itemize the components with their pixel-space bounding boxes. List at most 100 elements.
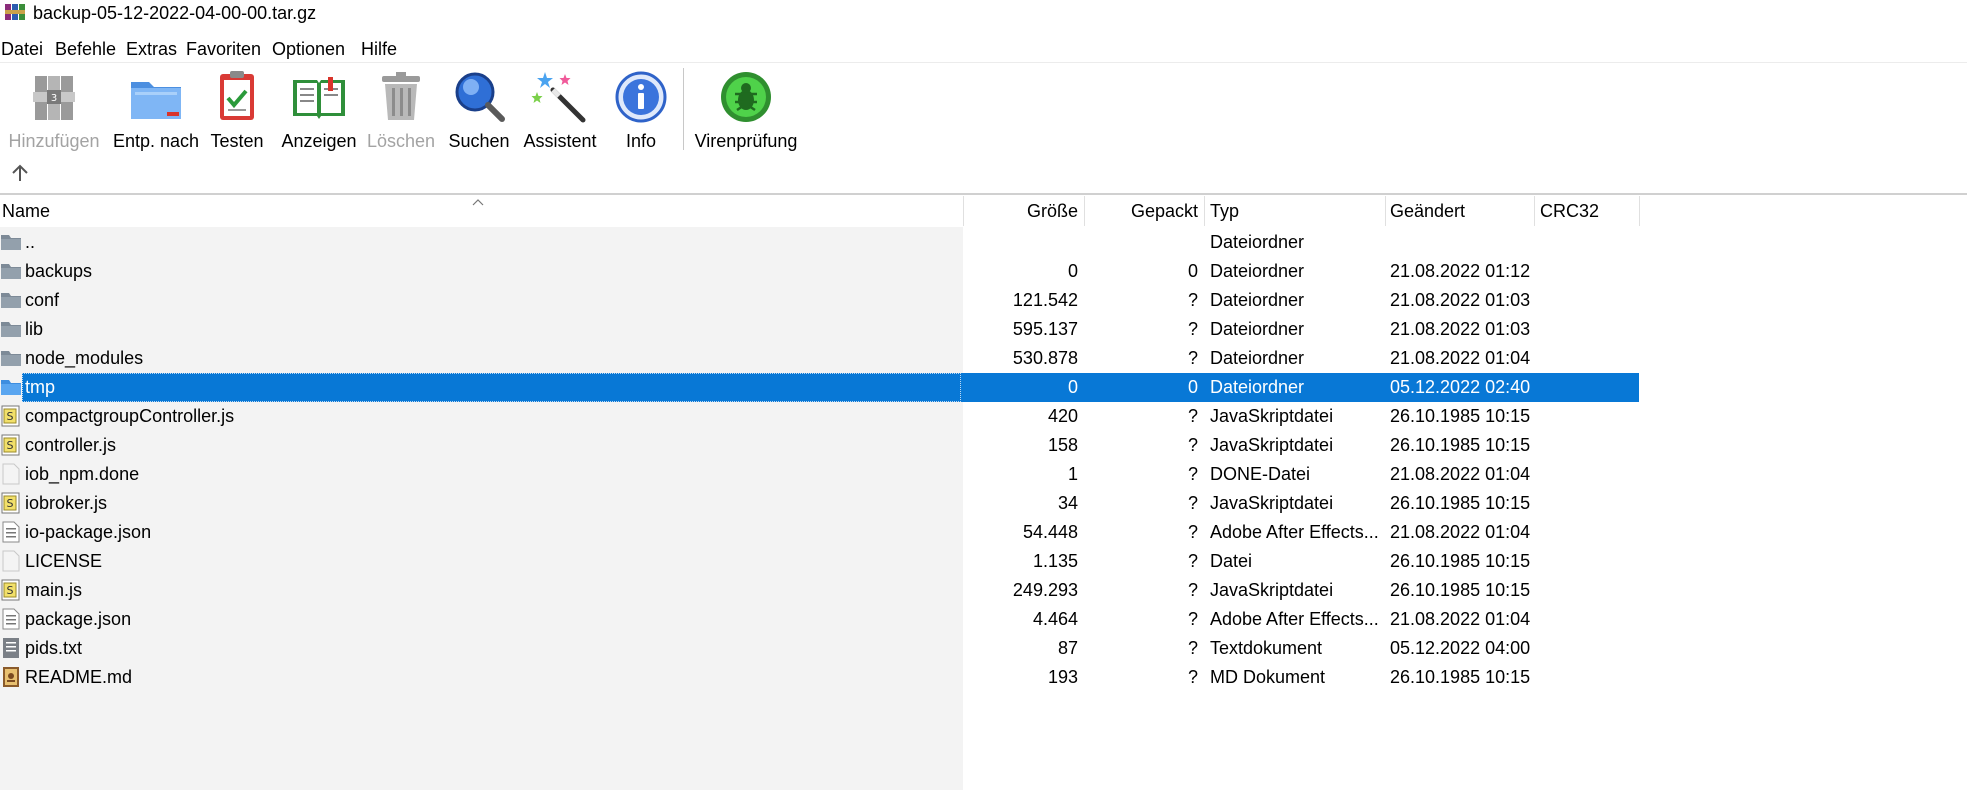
file-row[interactable]: README.md 193? MD Dokument 26.10.1985 10:15 xyxy=(0,663,1640,692)
file-packed-size: ? xyxy=(1187,609,1198,629)
file-size: 530.878 xyxy=(1012,348,1078,368)
file-packed-size: ? xyxy=(1187,319,1198,339)
file-row[interactable]: Smain.js 249.293? JavaSkriptdatei 26.10.198… xyxy=(0,576,1640,605)
file-modified: 21.08.2022 01:03 xyxy=(1390,319,1531,339)
view-book-icon xyxy=(293,77,345,119)
wizard-label: Assistent xyxy=(523,131,597,151)
menu-favoriten[interactable]: Favoriten xyxy=(186,38,261,60)
file-type: JavaSkriptdatei xyxy=(1210,580,1334,600)
folder-icon xyxy=(0,376,22,398)
file-modified: 21.08.2022 01:04 xyxy=(1390,464,1531,484)
info-button[interactable]: Info xyxy=(606,68,676,154)
file-type: Dateiordner xyxy=(1210,377,1305,397)
column-header-crc32[interactable]: CRC32 xyxy=(1540,196,1640,226)
file-row[interactable]: Siobroker.js 34? JavaSkriptdatei 26.10.1985… xyxy=(0,489,1640,518)
file-size: 420 xyxy=(1047,406,1078,426)
test-label: Testen xyxy=(210,131,264,151)
file-name: conf xyxy=(25,290,60,310)
view-button[interactable]: Anzeigen xyxy=(276,68,362,154)
file-size: 158 xyxy=(1047,435,1078,455)
file-row[interactable]: .. Dateiordner xyxy=(0,228,1640,257)
file-row[interactable]: conf 121.542? Dateiordner 21.08.2022 01:03 xyxy=(0,286,1640,315)
column-header: Name Größe Gepackt Typ Geändert CRC32 xyxy=(0,196,1967,226)
virus-scan-label: Virenprüfung xyxy=(694,131,798,151)
virus-scan-icon xyxy=(721,72,771,122)
winrar-app-icon[interactable] xyxy=(4,2,26,22)
file-type: Adobe After Effects... xyxy=(1210,609,1379,629)
file-size: 193 xyxy=(1047,667,1078,687)
javascript-file-icon: S xyxy=(0,405,22,427)
column-divider[interactable] xyxy=(1639,196,1640,226)
file-modified: 26.10.1985 10:15 xyxy=(1390,435,1531,455)
file-row[interactable]: lib 595.137? Dateiordner 21.08.2022 01:03 xyxy=(0,315,1640,344)
wizard-button[interactable]: Assistent xyxy=(516,68,604,154)
menu-bar: Datei Befehle Extras Favoriten Optionen … xyxy=(0,36,1967,62)
file-size: 121.542 xyxy=(1012,290,1078,310)
menu-extras[interactable]: Extras xyxy=(126,38,177,60)
column-header-type[interactable]: Typ xyxy=(1210,196,1380,226)
column-divider[interactable] xyxy=(1084,196,1085,226)
menu-befehle[interactable]: Befehle xyxy=(55,38,116,60)
search-button[interactable]: Suchen xyxy=(444,68,514,154)
column-header-modified[interactable]: Geändert xyxy=(1390,196,1530,226)
menu-datei[interactable]: Datei xyxy=(1,38,43,60)
file-type: Textdokument xyxy=(1210,638,1323,658)
file-name: tmp xyxy=(22,373,961,402)
file-packed-size: ? xyxy=(1187,551,1198,571)
delete-button[interactable]: Löschen xyxy=(364,68,438,154)
file-name: .. xyxy=(25,232,36,252)
file-row[interactable]: io-package.json 54.448? Adobe After Effect… xyxy=(0,518,1640,547)
file-modified: 21.08.2022 01:12 xyxy=(1390,261,1531,281)
test-button[interactable]: Testen xyxy=(204,68,270,154)
file-name: package.json xyxy=(25,609,132,629)
json-file-icon xyxy=(0,608,22,630)
virus-scan-button[interactable]: Virenprüfung xyxy=(688,68,804,154)
view-label: Anzeigen xyxy=(281,131,357,151)
toolbar: 3 Hinzufügen Entp. nach Testen Anzeigen … xyxy=(0,64,1967,156)
file-size: 87 xyxy=(1057,638,1078,658)
file-row[interactable]: backups 0 0 Dateiordner 21.08.2022 01:12 xyxy=(0,257,1640,286)
search-label: Suchen xyxy=(448,131,510,151)
file-packed-size: ? xyxy=(1187,290,1198,310)
file-name: main.js xyxy=(25,580,83,600)
delete-label: Löschen xyxy=(366,131,436,151)
file-modified: 05.12.2022 04:00 xyxy=(1390,638,1531,658)
file-type: JavaSkriptdatei xyxy=(1210,435,1334,455)
column-header-size[interactable]: Größe xyxy=(968,196,1078,226)
file-name: backups xyxy=(25,261,93,281)
file-row[interactable]: ScompactgroupController.js 420? JavaSkript… xyxy=(0,402,1640,431)
file-name: controller.js xyxy=(25,435,117,455)
column-divider[interactable] xyxy=(1534,196,1535,226)
text-file-icon xyxy=(0,637,22,659)
extract-folder-icon xyxy=(131,82,181,119)
add-archive-icon: 3 xyxy=(33,76,75,120)
file-row[interactable]: LICENSE 1.135? Datei 26.10.1985 10:15 xyxy=(0,547,1640,576)
file-row[interactable]: node_modules 530.878? Dateiordner 21.08.202… xyxy=(0,344,1640,373)
file-row[interactable]: Scontroller.js 158? JavaSkriptdatei 26.10.1… xyxy=(0,431,1640,460)
extract-to-button[interactable]: Entp. nach xyxy=(106,68,206,154)
column-header-packed[interactable]: Gepackt xyxy=(1090,196,1198,226)
folder-icon xyxy=(0,260,22,282)
file-packed-size: ? xyxy=(1187,667,1198,687)
file-row[interactable]: pids.txt 87? Textdokument 05.12.2022 04:00 xyxy=(0,634,1640,663)
menu-optionen[interactable]: Optionen xyxy=(272,38,345,60)
file-row[interactable]: tmp 0 0 Dateiordner 05.12.2022 02:40 xyxy=(0,373,1640,402)
file-packed-size: ? xyxy=(1187,348,1198,368)
file-type: Dateiordner xyxy=(1210,319,1305,339)
column-divider[interactable] xyxy=(1204,196,1205,226)
add-button[interactable]: 3 Hinzufügen xyxy=(4,68,104,154)
menu-hilfe[interactable]: Hilfe xyxy=(361,38,397,60)
file-packed-size: ? xyxy=(1187,580,1198,600)
column-divider[interactable] xyxy=(1385,196,1386,226)
add-label: Hinzufügen xyxy=(8,131,100,151)
column-header-name[interactable]: Name xyxy=(2,196,302,226)
file-name: compactgroupController.js xyxy=(25,406,235,426)
file-packed-size: ? xyxy=(1187,435,1198,455)
up-arrow-icon[interactable] xyxy=(9,162,31,184)
file-modified: 26.10.1985 10:15 xyxy=(1390,551,1531,571)
file-size: 0 xyxy=(1067,261,1078,281)
file-row[interactable]: package.json 4.464? Adobe After Effects...… xyxy=(0,605,1640,634)
file-row[interactable]: iob_npm.done 1? DONE-Datei 21.08.2022 01:04 xyxy=(0,460,1640,489)
column-divider[interactable] xyxy=(963,196,964,226)
json-file-icon xyxy=(0,521,22,543)
